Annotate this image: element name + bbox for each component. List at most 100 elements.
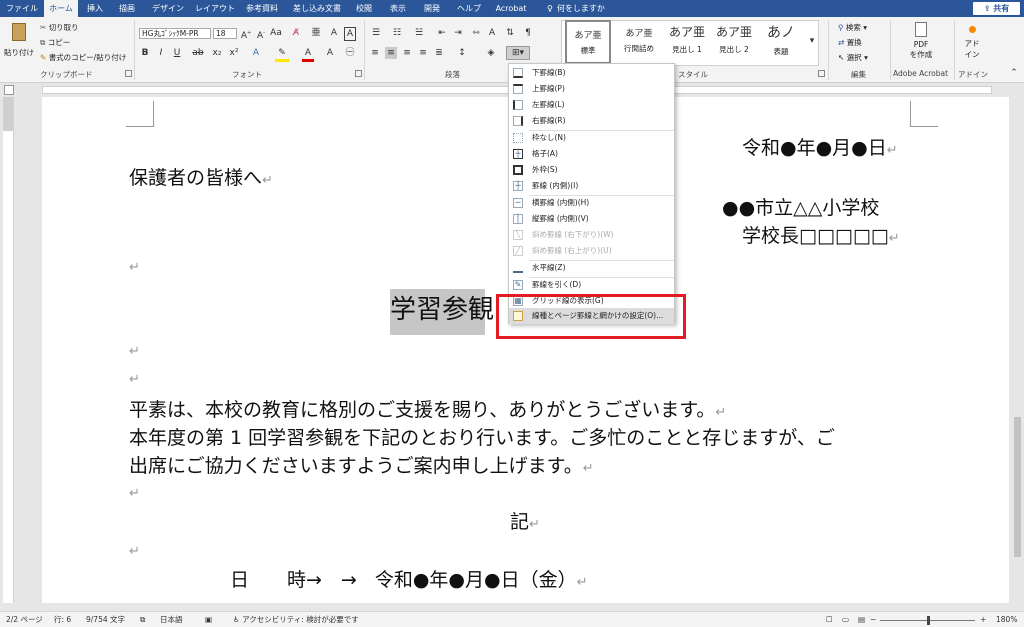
bold-icon[interactable]: B xyxy=(139,47,151,59)
tell-me-box[interactable]: ♀ 何をしますか xyxy=(547,0,605,17)
style-normal[interactable]: あア亜 標準 xyxy=(565,20,611,64)
collapse-ribbon-icon[interactable]: ⌃ xyxy=(1008,67,1020,79)
paste-button[interactable]: 貼り付け xyxy=(4,21,34,65)
style-no-spacing[interactable]: あア亜 行間詰め xyxy=(614,20,664,64)
doc-greeting[interactable]: 保護者の皆様へ↵ xyxy=(129,167,273,192)
zoom-out-icon[interactable]: − xyxy=(870,614,876,625)
menu-item-border-none[interactable]: 枠なし(N) xyxy=(509,130,674,146)
tab-selector-icon[interactable] xyxy=(4,85,14,95)
print-layout-icon[interactable]: ▤ xyxy=(858,614,865,625)
font-size-box[interactable]: 18 xyxy=(213,28,237,39)
focus-mode-icon[interactable]: ☐ xyxy=(826,614,833,625)
underline-icon[interactable]: U xyxy=(171,47,183,59)
proofing-icon[interactable]: ⧉ xyxy=(140,614,145,625)
menu-item-border-outside[interactable]: 外枠(S) xyxy=(509,162,674,178)
menu-item-border-bottom[interactable]: 下罫線(B) xyxy=(509,65,674,81)
empty-paragraph[interactable]: ↵ xyxy=(129,483,140,505)
tab-references[interactable]: 参考資料 xyxy=(240,0,284,17)
bullets-icon[interactable]: ☰ xyxy=(369,27,383,39)
strikethrough-icon[interactable]: ab xyxy=(191,47,205,59)
enclose-char-icon[interactable]: ㊀ xyxy=(344,47,356,59)
cut-button[interactable]: ✂ 切り取り xyxy=(40,22,79,33)
styles-more-icon[interactable]: ▾ xyxy=(806,35,818,47)
style-heading-2[interactable]: あア亜 見出し 2 xyxy=(710,20,758,64)
doc-body-line-1[interactable]: 平素は、本校の教育に格別のご支援を賜り、ありがとうございます。↵ xyxy=(129,399,726,424)
align-center-icon[interactable]: ≡ xyxy=(385,47,397,59)
clipboard-launcher-icon[interactable] xyxy=(125,70,132,77)
italic-icon[interactable]: I xyxy=(155,47,167,59)
line-spacing-icon[interactable]: ↕ xyxy=(455,47,469,59)
align-right-icon[interactable]: ≡ xyxy=(401,47,413,59)
empty-paragraph[interactable]: ↵ xyxy=(129,369,140,391)
subscript-icon[interactable]: x₂ xyxy=(211,47,223,59)
empty-paragraph[interactable]: ↵ xyxy=(129,257,140,279)
style-title[interactable]: あノ 表題 xyxy=(758,20,804,64)
sort-icon[interactable]: ⇅ xyxy=(504,27,516,39)
doc-title[interactable]: 学習参観 xyxy=(390,293,494,327)
empty-paragraph[interactable]: ↵ xyxy=(129,541,140,563)
tab-acrobat[interactable]: Acrobat xyxy=(490,0,532,17)
show-marks-icon[interactable]: ¶ xyxy=(522,27,534,39)
zoom-in-icon[interactable]: + xyxy=(980,614,986,625)
copy-button[interactable]: ⧉ コピー xyxy=(40,37,70,48)
char-border-icon[interactable]: A xyxy=(328,27,340,39)
tab-draw[interactable]: 描画 xyxy=(112,0,142,17)
doc-datetime-line[interactable]: 日 時→ → 令和●年●月●日（金）↵ xyxy=(230,569,588,594)
tab-design[interactable]: デザイン xyxy=(146,0,190,17)
menu-item-border-inside-horizontal[interactable]: ─ 横罫線 (内側)(H) xyxy=(509,195,674,211)
change-case-icon[interactable]: Aa xyxy=(270,27,282,39)
style-heading-1[interactable]: あア亜 見出し 1 xyxy=(664,20,710,64)
format-painter-button[interactable]: ✎ 書式のコピー/貼り付け xyxy=(40,52,126,63)
tab-insert[interactable]: 挿入 xyxy=(80,0,110,17)
doc-ki[interactable]: 記↵ xyxy=(510,511,540,536)
vertical-scrollbar[interactable] xyxy=(1011,97,1024,603)
tab-home[interactable]: ホーム xyxy=(44,0,78,17)
doc-body-line-3[interactable]: 出席にご協力くださいますようご案内申し上げます。↵ xyxy=(129,455,594,480)
tab-help[interactable]: ヘルプ xyxy=(451,0,487,17)
status-language[interactable]: 日本語 xyxy=(160,614,183,625)
menu-item-horizontal-line[interactable]: 水平線(Z) xyxy=(509,260,674,276)
align-left-icon[interactable]: ≡ xyxy=(369,47,381,59)
status-page[interactable]: 2/2 ページ xyxy=(6,614,43,625)
numbering-icon[interactable]: ☷ xyxy=(390,27,404,39)
read-mode-icon[interactable]: ▭ xyxy=(842,614,849,625)
borders-dropdown-button[interactable]: ⊞▾ xyxy=(506,46,530,60)
tab-view[interactable]: 表示 xyxy=(383,0,413,17)
shrink-font-icon[interactable]: A- xyxy=(255,27,267,42)
find-button[interactable]: ⚲ 検索 ▾ xyxy=(838,22,867,33)
menu-item-border-right[interactable]: 右罫線(R) xyxy=(509,113,674,129)
decrease-indent-icon[interactable]: ⇤ xyxy=(436,27,448,39)
multilevel-list-icon[interactable]: ☱ xyxy=(412,27,426,39)
menu-item-border-left[interactable]: 左罫線(L) xyxy=(509,97,674,113)
superscript-icon[interactable]: x² xyxy=(228,47,240,59)
zoom-level[interactable]: 180% xyxy=(996,614,1017,625)
tab-developer[interactable]: 開発 xyxy=(417,0,447,17)
menu-item-border-all[interactable]: ┼ 格子(A) xyxy=(509,146,674,162)
text-effects-icon[interactable]: A xyxy=(250,47,262,59)
tab-file[interactable]: ファイル xyxy=(2,0,42,17)
tab-review[interactable]: 校閲 xyxy=(349,0,379,17)
empty-paragraph[interactable]: ↵ xyxy=(129,341,140,363)
doc-body-line-2[interactable]: 本年度の第 1 回学習参観を下記のとおり行います。ご多忙のことと存じますが、ご xyxy=(129,427,835,449)
char-shading-icon[interactable]: A xyxy=(344,27,356,41)
clear-format-icon[interactable]: A̸ xyxy=(290,27,302,39)
tab-mailings[interactable]: 差し込み文書 xyxy=(288,0,346,17)
font-color-icon[interactable]: A xyxy=(302,47,314,62)
doc-school[interactable]: ●●市立△△小学校 xyxy=(722,197,879,219)
replace-button[interactable]: ⇄ 置換 xyxy=(838,37,862,48)
doc-date[interactable]: 令和●年●月●日↵ xyxy=(742,137,898,162)
share-button[interactable]: ⇪ 共有 xyxy=(973,2,1020,15)
accessibility-status[interactable]: ♿ アクセシビリティ: 検討が必要です xyxy=(233,614,359,625)
justify-icon[interactable]: ≡ xyxy=(417,47,429,59)
zoom-slider-thumb[interactable] xyxy=(927,616,930,625)
increase-indent-icon[interactable]: ⇥ xyxy=(452,27,464,39)
font-launcher-icon[interactable] xyxy=(355,70,362,77)
menu-item-border-inside-vertical[interactable]: │ 縦罫線 (内側)(V) xyxy=(509,211,674,227)
char-shade-gray-icon[interactable]: A xyxy=(324,47,336,59)
styles-launcher-icon[interactable] xyxy=(818,70,825,77)
distributed-icon[interactable]: ⇿ xyxy=(470,27,482,39)
distribute-icon[interactable]: ≣ xyxy=(433,47,445,59)
tab-layout[interactable]: レイアウト xyxy=(193,0,237,17)
macro-record-icon[interactable]: ▣ xyxy=(205,614,212,625)
asian-layout-icon[interactable]: A xyxy=(486,27,498,39)
